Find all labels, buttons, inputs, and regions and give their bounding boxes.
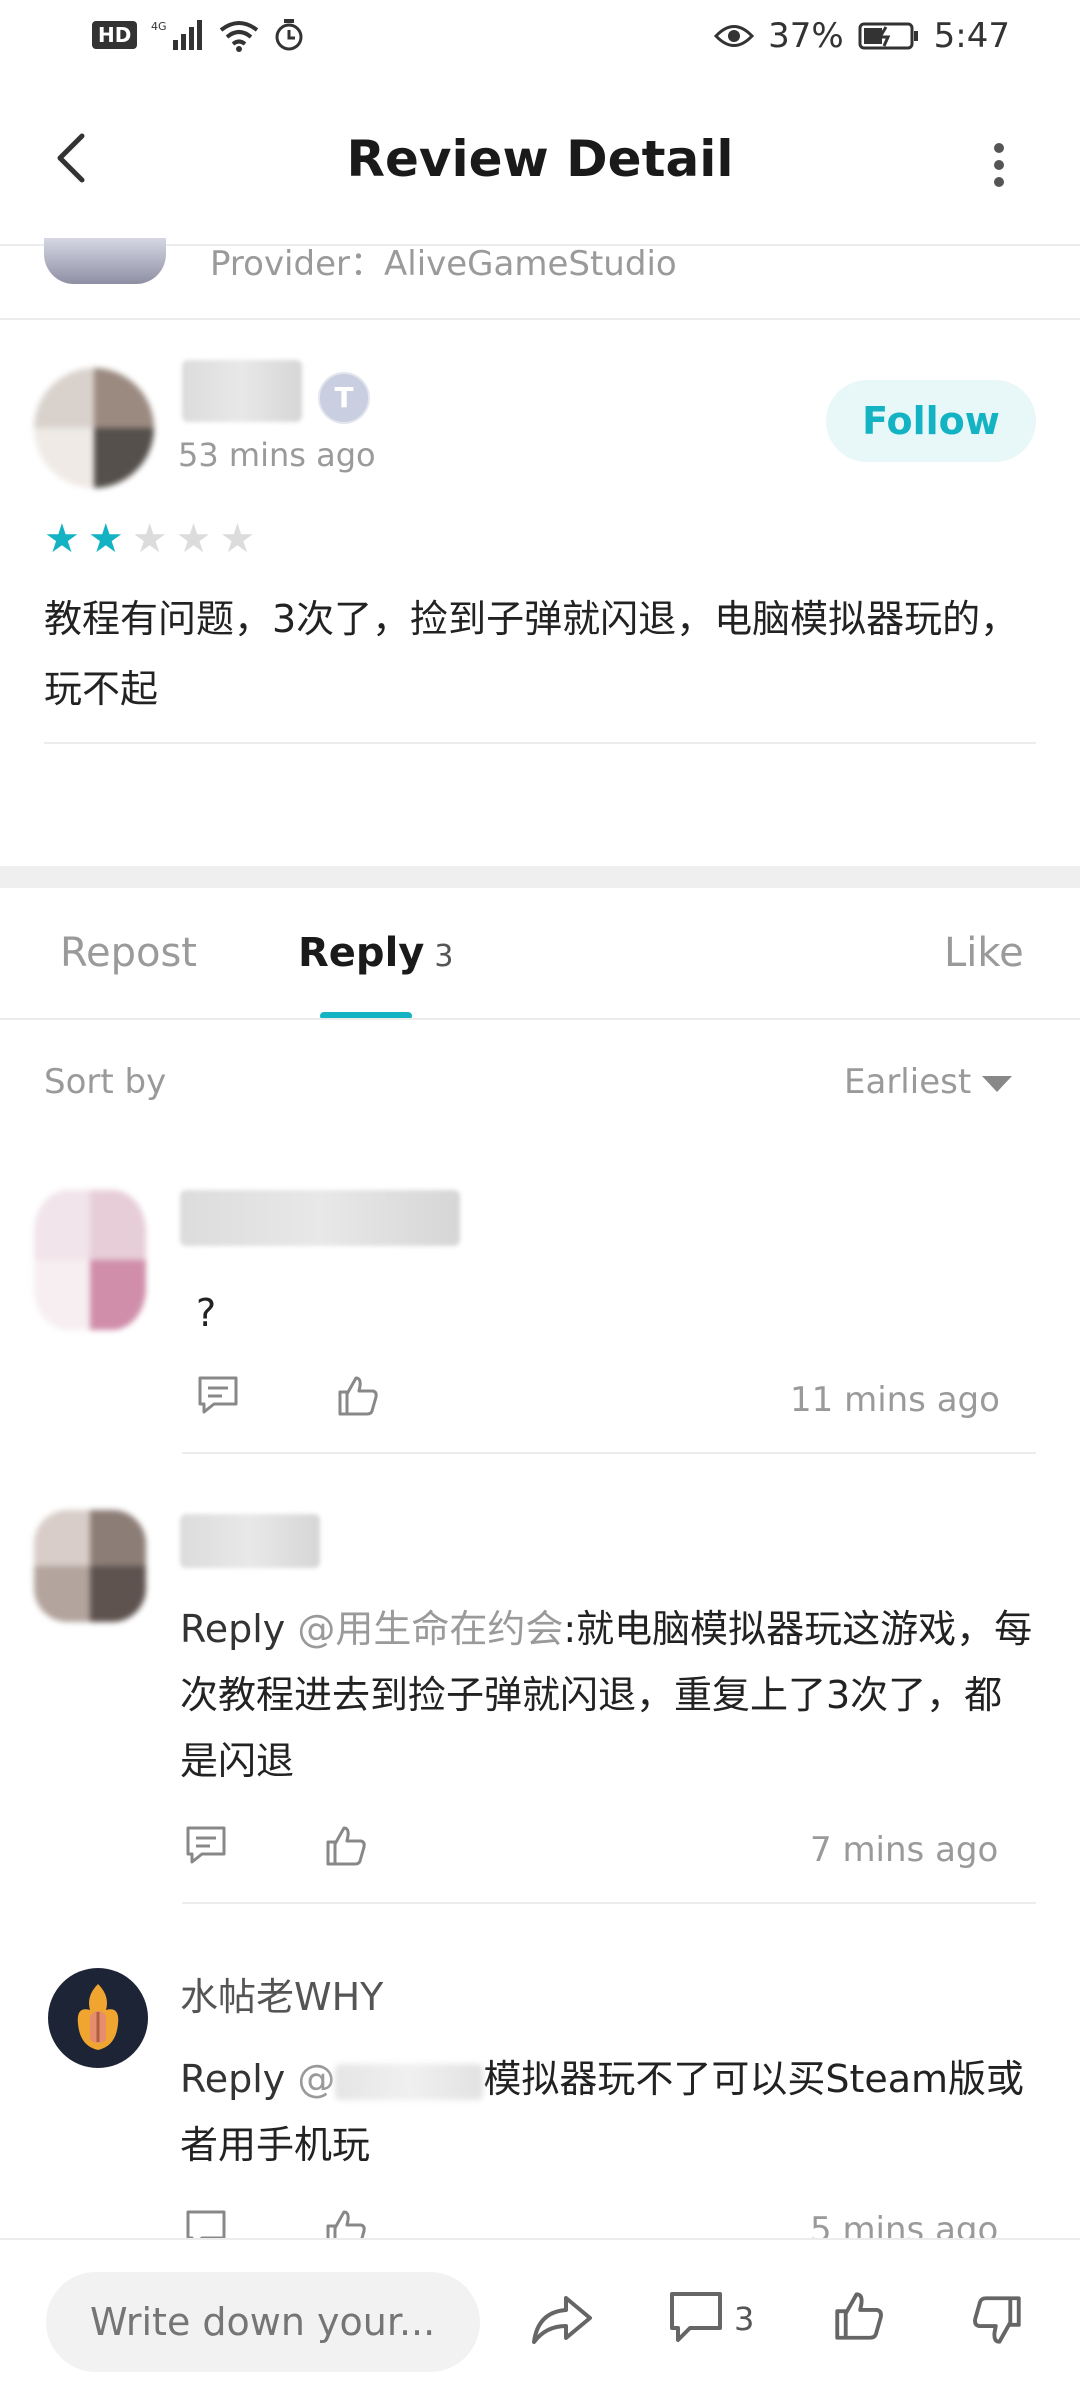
star-empty-icon: ★ [175,516,212,562]
battery-percent: 37% [768,16,844,56]
comment-icon[interactable] [194,1372,242,1420]
status-bar: HD 4G 37% 5:47 [0,0,1080,80]
rating-stars: ★ ★ ★ ★ ★ [44,516,255,562]
comment-text: Reply @ 模拟器玩不了可以买Steam版或者用手机玩 [180,2046,1040,2178]
eye-icon [714,25,755,47]
hd-icon: HD [92,21,138,49]
tab-reply[interactable]: Reply 3 [298,930,453,976]
sort-dropdown[interactable]: Earliest [844,1062,971,1102]
tab-reply-label: Reply [298,930,425,976]
clock-time: 5:47 [933,16,1010,56]
review-text: 教程有问题，3次了，捡到子弹就闪退，电脑模拟器玩的，玩不起 [44,597,1019,711]
comment-time: 11 mins ago [790,1380,1000,1420]
provider-divider [0,318,1080,320]
comment-avatar[interactable] [46,1966,150,2070]
star-filled-icon: ★ [44,516,80,562]
comment-avatar[interactable] [34,1510,146,1622]
share-icon[interactable] [530,2292,594,2348]
comment-time: 7 mins ago [810,1830,999,1870]
mention-link[interactable]: @ [297,2057,335,2101]
comment-text: Reply @用生命在约会:就电脑模拟器玩这游戏，每次教程进去到捡子弹就闪退，重… [180,1596,1040,1794]
status-left-indicators: HD 4G [92,18,305,52]
thumbs-down-icon[interactable] [968,2290,1026,2350]
reply-prefix: Reply [180,1607,298,1651]
chevron-down-icon[interactable] [982,1076,1012,1092]
page-title: Review Detail [346,130,734,188]
game-provider: Provider：AliveGameStudio [210,244,677,284]
comment-avatar[interactable] [34,1190,146,1330]
author-avatar[interactable] [34,368,154,488]
sort-label: Sort by [44,1062,167,1102]
mention-link[interactable]: @用生命在约会 [297,1607,563,1651]
wifi-icon [220,21,259,52]
comment-icon[interactable] [668,2290,724,2348]
star-filled-icon: ★ [87,516,124,562]
star-empty-icon: ★ [131,516,168,562]
reply-prefix: Reply [180,2057,298,2101]
review-divider [44,742,1036,744]
comment-divider [182,1902,1036,1904]
mention-redacted [335,2063,484,2100]
comment-count: 3 [734,2300,755,2338]
section-separator [0,866,1080,888]
alarm-icon [275,19,303,51]
thumbs-up-icon[interactable] [334,1372,382,1420]
comment-text: ? [196,1291,217,1335]
author-name-redacted[interactable] [182,360,302,422]
tabs-divider [0,1018,1080,1020]
star-empty-icon: ★ [219,516,256,562]
game-thumbnail[interactable] [44,238,166,284]
svg-text:4G: 4G [151,20,167,33]
battery-icon [858,22,918,50]
thumbs-up-icon[interactable] [322,1822,370,1870]
comment-icon[interactable] [182,1822,230,1870]
level-badge: T [318,372,370,424]
tab-reply-count: 3 [434,939,454,974]
comment-author-redacted[interactable] [180,1190,460,1246]
thumbs-up-icon[interactable] [830,2286,888,2346]
follow-button[interactable]: Follow [826,380,1036,462]
reply-input[interactable] [46,2272,480,2372]
more-options-icon[interactable] [984,140,1014,190]
tab-like[interactable]: Like [944,930,1024,976]
comment-author-redacted[interactable] [180,1514,320,1568]
tab-repost[interactable]: Repost [60,930,197,976]
review-time: 53 mins ago [178,436,376,474]
status-right-indicators: 37% 5:47 [714,16,1010,56]
signal-icon: 4G [151,20,203,50]
comment-author[interactable]: 水帖老WHY [180,1966,383,2021]
comment-divider [182,1452,1036,1454]
